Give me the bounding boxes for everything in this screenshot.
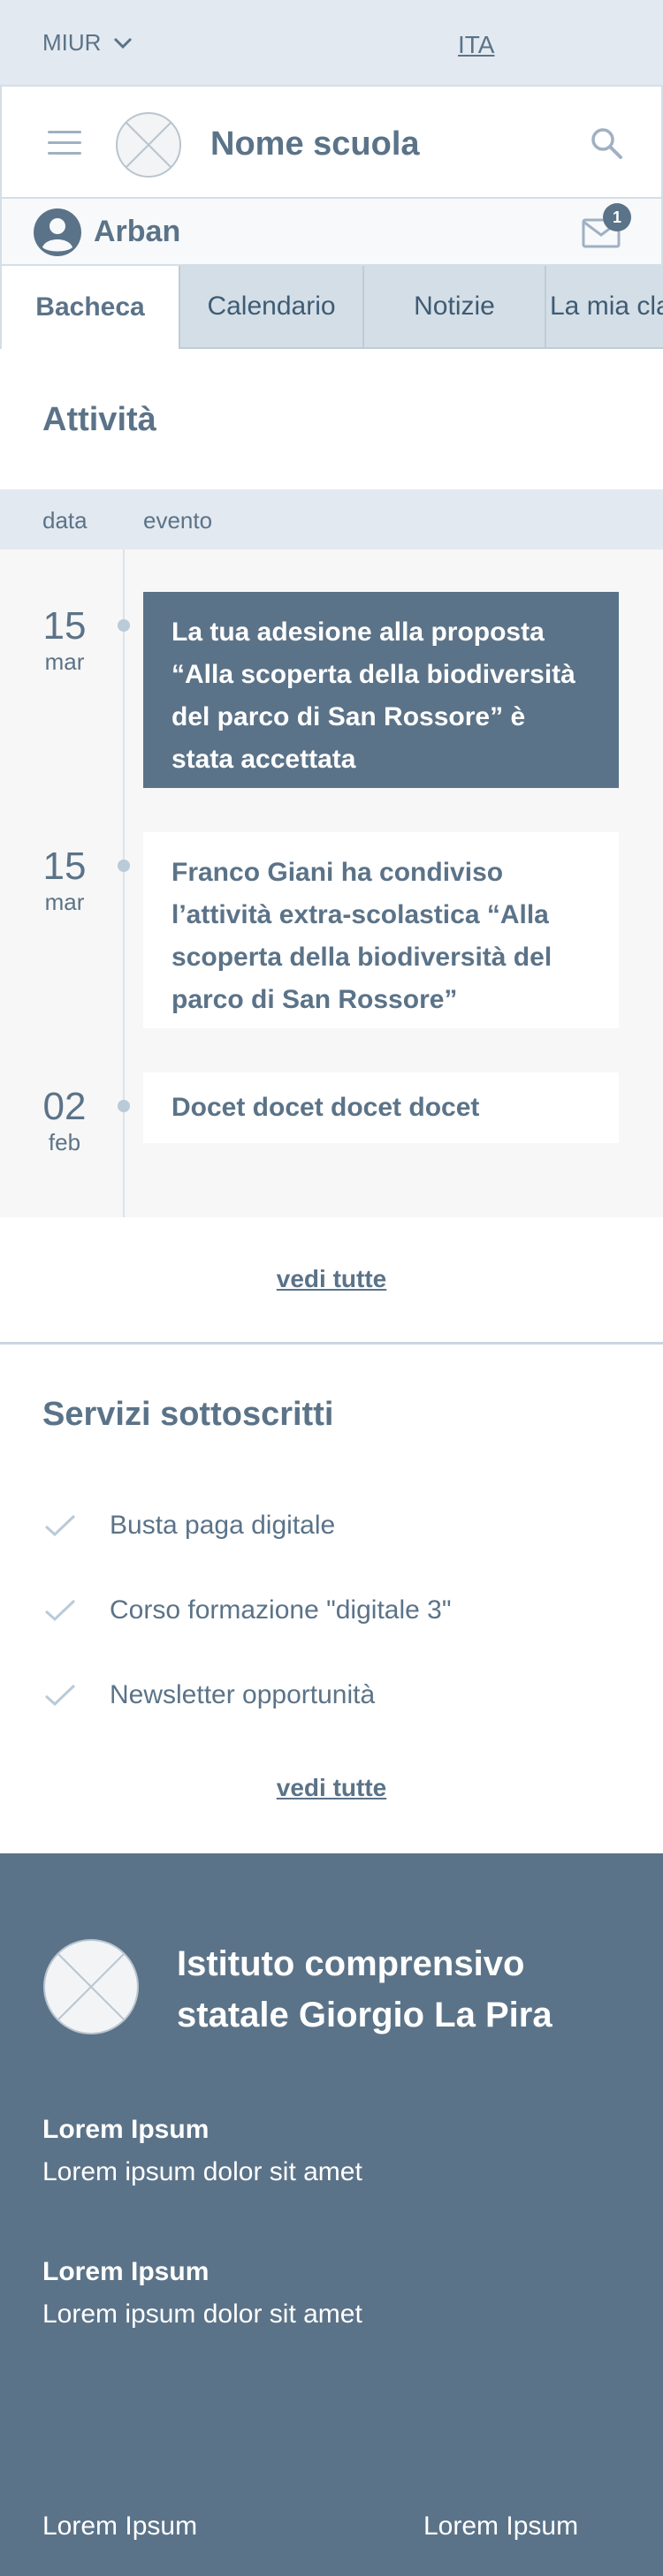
footer-link[interactable]: Lorem Ipsum (423, 2512, 578, 2542)
tab-bacheca[interactable]: Bacheca (0, 266, 180, 349)
item-day: 15 (42, 845, 87, 888)
check-icon (44, 1684, 76, 1707)
footer-link[interactable]: Lorem Ipsum (42, 2512, 197, 2542)
institute-name: Istituto comprensivo statale Giorgio La … (177, 1944, 552, 2034)
item-month: feb (48, 1129, 81, 1155)
tab-calendario[interactable]: Calendario (180, 266, 364, 349)
services-see-all-link[interactable]: vedi tutte (0, 1774, 663, 1802)
hamburger-menu-icon[interactable] (48, 131, 81, 155)
activities-see-all-link[interactable]: vedi tutte (0, 1265, 663, 1293)
item-day: 15 (42, 604, 87, 648)
activities-table-header: data evento (0, 489, 663, 549)
footer-block-text: Lorem ipsum dolor sit amet (42, 2157, 362, 2186)
item-day: 02 (42, 1085, 87, 1128)
tab-notizie[interactable]: Notizie (364, 266, 546, 349)
miur-dropdown[interactable]: MIUR (42, 29, 133, 57)
service-item[interactable]: Corso formazione "digitale 3" (42, 1595, 451, 1625)
column-date: data (42, 507, 88, 534)
timeline-dot (118, 1100, 130, 1112)
school-name[interactable]: Nome scuola (210, 125, 420, 163)
service-item[interactable]: Busta paga digitale (42, 1511, 335, 1541)
service-label: Newsletter opportunità (110, 1680, 376, 1709)
activities-timeline: 15 mar La tua adesione alla proposta “Al… (0, 549, 663, 1217)
institute-logo-placeholder (43, 1939, 139, 2034)
column-event: evento (143, 507, 213, 534)
user-name[interactable]: Arban (94, 215, 180, 249)
site-header: Nome scuola (0, 85, 663, 199)
item-month: mar (44, 648, 85, 675)
search-icon[interactable] (589, 125, 624, 161)
tab-bar: Bacheca Calendario Notizie La mia classe (0, 266, 663, 349)
timeline-line (123, 549, 125, 1217)
item-month: mar (44, 889, 85, 915)
notification-badge: 1 (603, 203, 631, 231)
footer-block-heading: Lorem Ipsum (42, 2257, 210, 2286)
activity-card[interactable]: Franco Giani ha condiviso l’attività ext… (143, 832, 619, 1028)
section-divider (0, 1342, 663, 1345)
tab-la-mia-classe[interactable]: La mia classe (546, 266, 663, 349)
activity-card[interactable]: La tua adesione alla proposta “Alla scop… (143, 592, 619, 788)
user-bar: Arban 1 (0, 199, 663, 266)
footer-block-heading: Lorem Ipsum (42, 2115, 210, 2144)
check-icon (44, 1514, 76, 1537)
miur-label: MIUR (42, 29, 102, 56)
timeline-dot (118, 619, 130, 632)
timeline-dot (118, 860, 130, 872)
services-title: Servizi sottoscritti (42, 1396, 334, 1433)
school-logo-placeholder (116, 112, 181, 178)
user-avatar-icon[interactable] (34, 208, 81, 256)
service-label: Corso formazione "digitale 3" (110, 1595, 452, 1625)
activities-title: Attività (42, 401, 156, 438)
language-link[interactable]: ITA (458, 31, 494, 59)
service-item[interactable]: Newsletter opportunità (42, 1680, 375, 1710)
site-footer: Istituto comprensivo statale Giorgio La … (0, 1853, 663, 2576)
top-bar: MIUR ITA (0, 0, 663, 85)
service-label: Busta paga digitale (110, 1511, 336, 1540)
activity-card[interactable]: Docet docet docet docet (143, 1072, 619, 1143)
footer-block-text: Lorem ipsum dolor sit amet (42, 2299, 362, 2329)
check-icon (44, 1599, 76, 1622)
chevron-down-icon (114, 37, 133, 49)
